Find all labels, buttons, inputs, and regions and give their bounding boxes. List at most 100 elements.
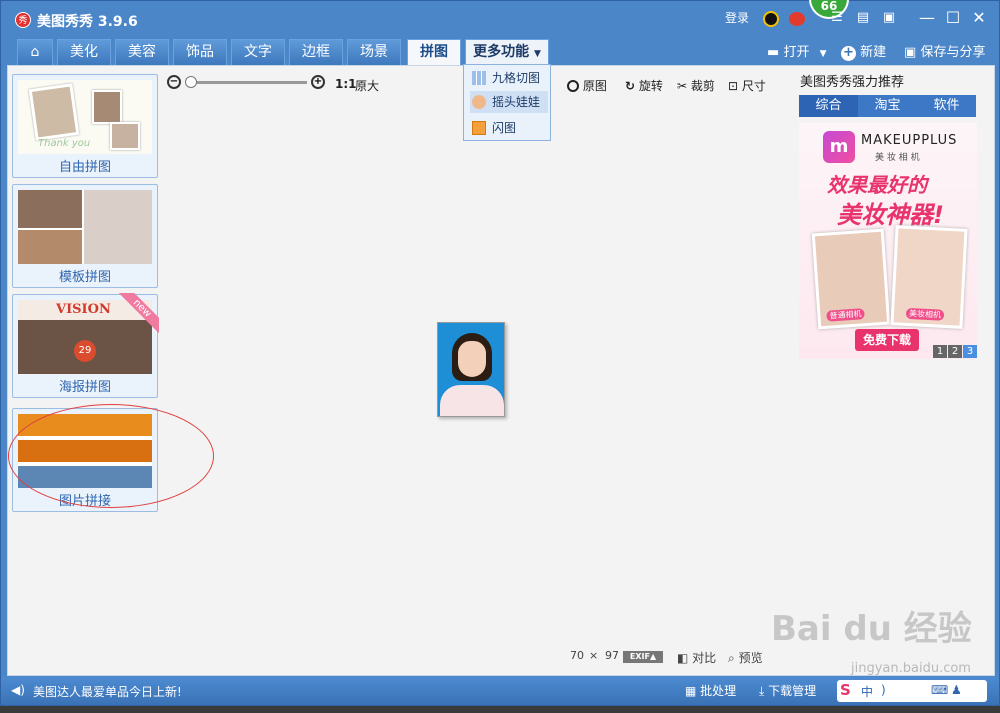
baidu-watermark: Bai du 经验	[771, 609, 972, 649]
folder-icon: ▬	[767, 45, 780, 60]
crop-label: 裁剪	[690, 79, 715, 93]
new-button[interactable]: + 新建	[841, 41, 886, 61]
home-icon: ⌂	[30, 44, 40, 60]
tab-collage[interactable]: 拼图	[407, 39, 461, 65]
nine-grid-label: 九格切图	[492, 71, 541, 85]
skin-shirt-icon: ♟	[951, 683, 962, 697]
open-button[interactable]: ▬ 打开 ▼	[767, 41, 827, 60]
status-bar: ◀) 美图达人最爱单品今日上新! ▦ 批处理 ⤓ 下载管理 S 中 ) ⌨ ♟	[1, 677, 999, 705]
login-link[interactable]: 登录	[725, 9, 749, 26]
tab-more-features[interactable]: 更多功能 ▼	[465, 39, 549, 65]
promo-tab-taobao[interactable]: 淘宝	[858, 95, 917, 117]
original-image-label: 原图	[582, 79, 607, 93]
ime-toolbar[interactable]: S 中 ) ⌨ ♟	[837, 680, 987, 702]
skin-icon[interactable]: ▣	[879, 8, 899, 28]
new-ribbon-text: new	[119, 293, 159, 333]
zoom-slider[interactable]	[185, 76, 307, 88]
promo-title: 美图秀秀强力推荐	[800, 75, 905, 90]
ad-page-1[interactable]: 1	[933, 345, 947, 358]
template-collage-card[interactable]: 模板拼图	[12, 184, 158, 288]
photo-face	[458, 341, 486, 377]
minimize-icon[interactable]: —	[917, 8, 937, 28]
qq-icon[interactable]	[763, 11, 779, 27]
chevron-down-icon: ▼	[819, 49, 827, 59]
free-collage-thumbnail: Thank you	[18, 80, 152, 154]
resize-button[interactable]: ⊡ 尺寸	[728, 77, 766, 94]
makeupplus-ad[interactable]: m MAKEUPPLUS 美 妆 相 机 效果最好的 美妆神器! 普通相机 美妆…	[799, 123, 977, 359]
speaker-icon: ◀)	[11, 683, 25, 697]
zoom-out-icon[interactable]: −	[167, 75, 181, 89]
dropdown-item-bobblehead[interactable]: 摇头娃娃	[470, 91, 548, 113]
ad-page-2[interactable]: 2	[948, 345, 962, 358]
free-collage-card[interactable]: Thank you 自由拼图	[12, 74, 158, 178]
photo-shirt	[440, 385, 504, 416]
canvas-photo[interactable]	[437, 322, 505, 417]
tab-text[interactable]: 文字	[231, 39, 285, 65]
tab-frame[interactable]: 边框	[289, 39, 343, 65]
free-collage-label: 自由拼图	[58, 160, 111, 175]
original-size-button[interactable]: 原大	[355, 77, 379, 94]
ad-page-3[interactable]: 3	[963, 345, 977, 358]
poster-collage-label: 海报拼图	[58, 380, 111, 395]
promo-tab-general[interactable]: 综合	[799, 95, 858, 117]
image-height: 97	[605, 649, 619, 662]
sogou-ime-icon: S	[840, 681, 851, 699]
more-features-dropdown: 九格切图 摇头娃娃 闪图	[463, 64, 551, 141]
compare-icon: ◧	[677, 651, 689, 665]
zoom-slider-thumb[interactable]	[185, 76, 197, 88]
feedback-icon[interactable]: ▤	[853, 8, 873, 28]
save-label: 保存与分享	[920, 45, 986, 60]
tab-more-label: 更多功能	[473, 44, 530, 60]
doll-face-icon	[472, 95, 486, 109]
rotate-icon: ↻	[625, 79, 636, 93]
new-ribbon: new	[119, 293, 159, 333]
download-manager-button[interactable]: ⤓ 下载管理	[759, 682, 816, 699]
dropdown-item-nine-grid[interactable]: 九格切图	[470, 67, 548, 89]
rotate-button[interactable]: ↻ 旋转	[625, 77, 663, 94]
highlight-ellipse	[8, 404, 214, 508]
close-icon[interactable]: ✕	[969, 8, 989, 28]
weibo-icon[interactable]	[789, 12, 805, 26]
tab-beautify[interactable]: 美化	[57, 39, 111, 65]
tab-scene[interactable]: 场景	[347, 39, 401, 65]
free-collage-thumb-text: Thank you	[38, 138, 91, 149]
ad-brand-sub: 美 妆 相 机	[875, 153, 920, 163]
ad-caption-left: 普通相机	[826, 308, 865, 322]
preview-button[interactable]: ⌕ 预览	[728, 649, 763, 666]
crop-button[interactable]: ✂ 裁剪	[677, 77, 715, 94]
chevron-down-icon: ▼	[533, 49, 541, 59]
save-icon: ▣	[904, 45, 917, 60]
tab-accessory[interactable]: 饰品	[173, 39, 227, 65]
flash-image-icon	[472, 121, 486, 135]
maximize-icon[interactable]: ☐	[943, 8, 963, 28]
image-dimension-separator: ×	[589, 649, 599, 662]
resize-label: 尺寸	[741, 79, 766, 93]
menu-icon[interactable]: ☰	[827, 8, 847, 28]
punctuation-icon: )	[881, 683, 886, 697]
tab-makeup[interactable]: 美容	[115, 39, 169, 65]
preview-label: 预览	[738, 651, 763, 665]
chinese-mode-icon: 中	[861, 685, 874, 699]
free-download-button[interactable]: 免费下载	[855, 329, 919, 351]
batch-icon: ▦	[685, 684, 697, 698]
zoom-in-icon[interactable]: +	[311, 75, 325, 89]
download-icon: ⤓	[759, 684, 765, 698]
original-image-button[interactable]: 原图	[567, 77, 607, 94]
download-manager-label: 下载管理	[768, 684, 817, 698]
promo-tab-software[interactable]: 软件	[917, 95, 976, 117]
promo-tabs: 综合 淘宝 软件	[799, 95, 976, 117]
save-share-button[interactable]: ▣ 保存与分享	[904, 41, 985, 60]
zoom-ratio[interactable]: 1:1	[335, 77, 357, 91]
image-width: 70	[570, 649, 584, 662]
status-message[interactable]: 美图达人最爱单品今日上新!	[33, 683, 182, 700]
batch-process-button[interactable]: ▦ 批处理	[685, 682, 736, 699]
poster-collage-card[interactable]: VISION 29 new 海报拼图	[12, 293, 159, 398]
exif-button[interactable]: EXIF▲	[623, 651, 663, 663]
dropdown-item-flash[interactable]: 闪图	[470, 117, 548, 139]
tab-home[interactable]: ⌂	[17, 39, 53, 65]
compare-button[interactable]: ◧ 对比	[677, 649, 716, 666]
promo-panel: 美图秀秀强力推荐 综合 淘宝 软件 m MAKEUPPLUS 美 妆 相 机 效…	[792, 67, 982, 367]
circle-icon	[567, 80, 579, 92]
compare-label: 对比	[692, 651, 717, 665]
new-label: 新建	[860, 45, 887, 60]
